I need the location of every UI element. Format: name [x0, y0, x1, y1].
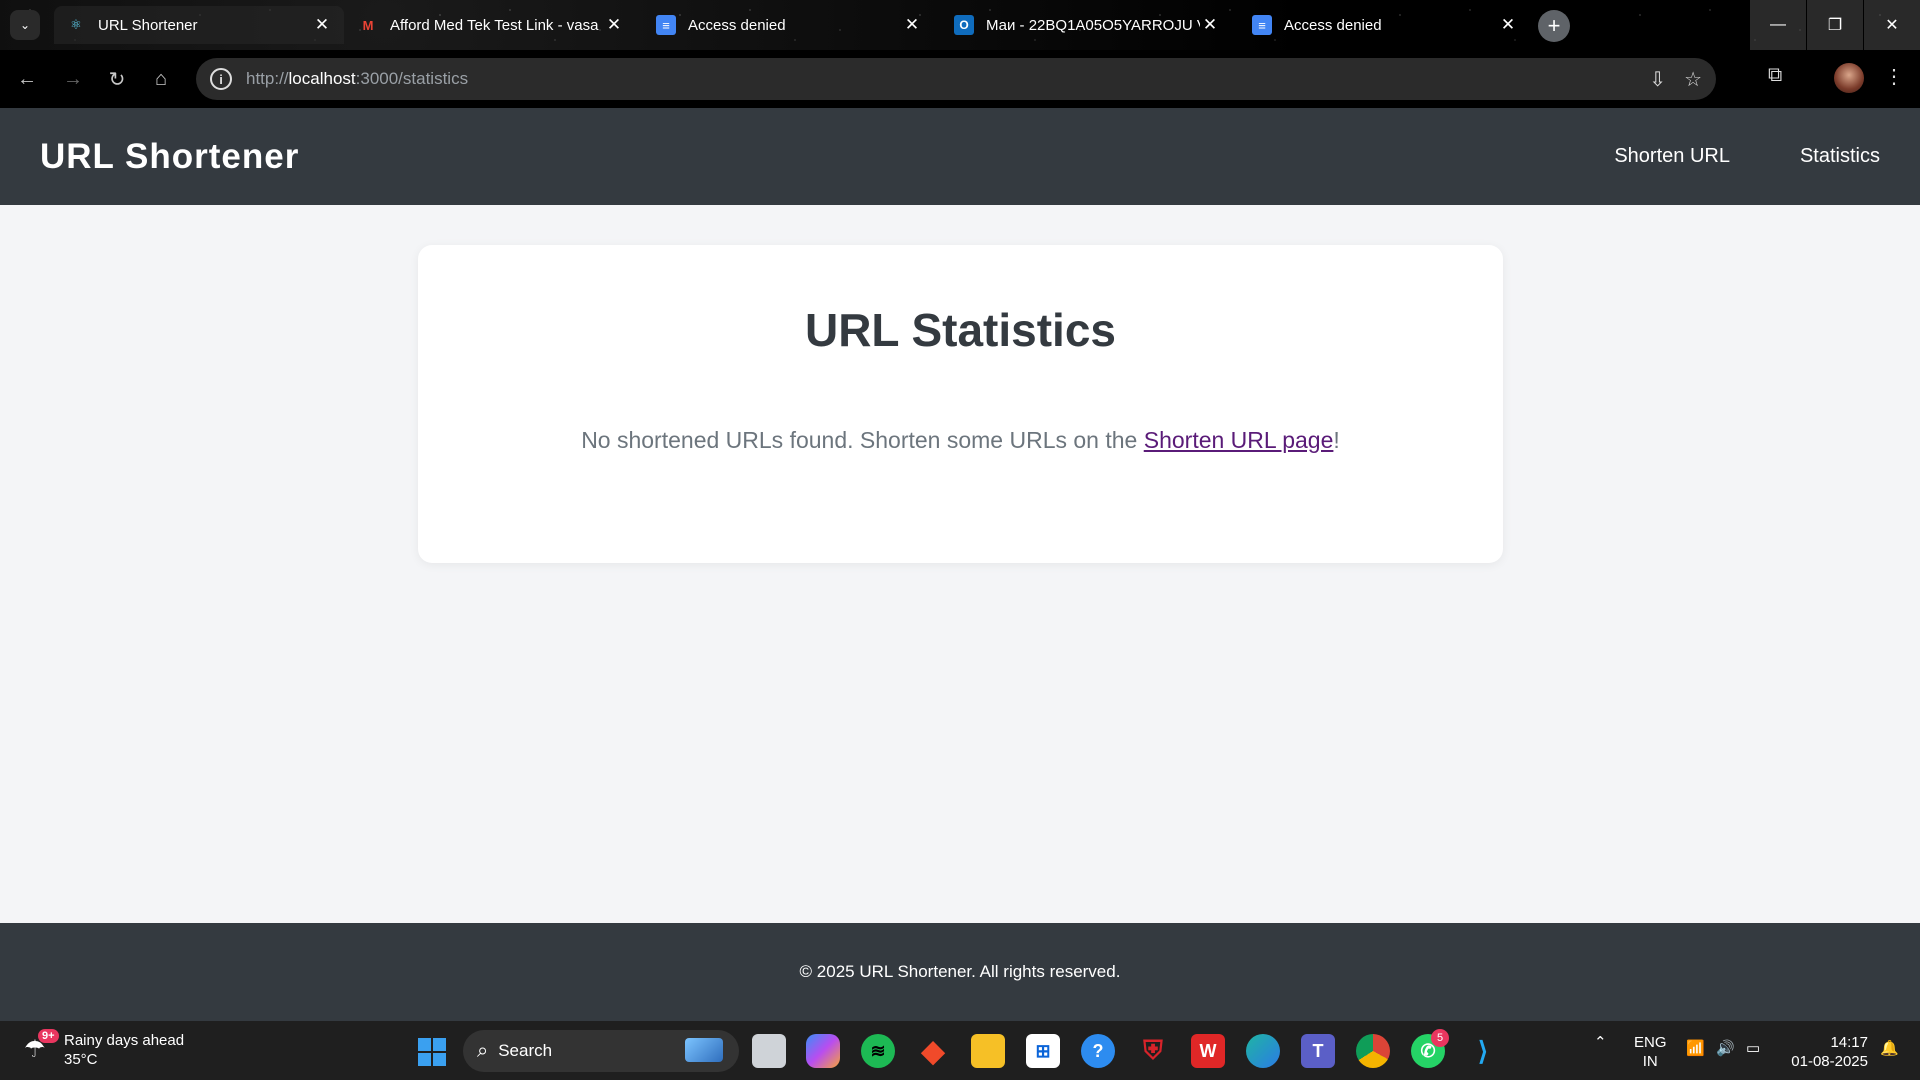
site-info-icon[interactable]: i	[210, 68, 232, 90]
nav-shorten-url[interactable]: Shorten URL	[1614, 145, 1730, 168]
battery-icon[interactable]: ▭	[1746, 1039, 1760, 1057]
weather-badge: 9+	[38, 1029, 59, 1043]
minimize-button[interactable]: —	[1750, 0, 1806, 50]
whatsapp-badge: 5	[1431, 1029, 1449, 1047]
brand-title[interactable]: URL Shortener	[40, 137, 299, 177]
close-icon[interactable]: ✕	[1498, 15, 1518, 35]
outlook-icon: O	[954, 15, 974, 35]
clock[interactable]: 14:17 01-08-2025	[1791, 1033, 1868, 1071]
extensions-icon[interactable]: ⧉	[1768, 64, 1782, 87]
empty-message-suffix: !	[1333, 427, 1340, 453]
address-bar[interactable]: i http://localhost:3000/statistics ⇩ ☆	[196, 58, 1716, 100]
weather-widget[interactable]: ☂ 9+ Rainy days ahead 35°C	[24, 1029, 185, 1069]
page-title: URL Statistics	[804, 304, 1117, 356]
search-icon: ⌕	[477, 1039, 489, 1062]
tab-access-denied-1[interactable]: ≡ Access denied ✕	[644, 6, 934, 44]
task-view-icon[interactable]	[752, 1034, 786, 1068]
edge-icon[interactable]	[1246, 1034, 1280, 1068]
tab-label: Access denied	[688, 16, 786, 34]
spotify-icon[interactable]: ≋	[861, 1034, 895, 1068]
home-button[interactable]: ⌂	[146, 64, 176, 94]
vscode-icon[interactable]: ⟩	[1466, 1034, 1500, 1068]
shorten-url-page-link[interactable]: Shorten URL page	[1144, 427, 1334, 453]
tab-label: Afford Med Tek Test Link - vasa	[390, 16, 599, 34]
weather-title: Rainy days ahead	[64, 1032, 185, 1049]
teams-icon[interactable]: T	[1301, 1034, 1335, 1068]
clock-time: 14:17	[1830, 1034, 1868, 1051]
lang-line1: ENG	[1634, 1034, 1667, 1051]
tab-gmail[interactable]: M Afford Med Tek Test Link - vasa ✕	[346, 6, 636, 44]
wifi-icon[interactable]: 📶	[1686, 1039, 1705, 1057]
empty-message-text: No shortened URLs found. Shorten some UR…	[581, 427, 1144, 453]
os-taskbar: ☂ 9+ Rainy days ahead 35°C ⌕ Search ≋ ◆ ⊞…	[0, 1021, 1920, 1080]
install-app-icon[interactable]: ⇩	[1649, 67, 1666, 92]
tab-label: Access denied	[1284, 16, 1382, 34]
omnibox-actions: ⇩ ☆	[1649, 58, 1716, 100]
bookmark-star-icon[interactable]: ☆	[1684, 67, 1702, 92]
clock-date: 01-08-2025	[1791, 1053, 1868, 1070]
browser-tab-bar: ⌄ ⚛ URL Shortener ✕ M Afford Med Tek Tes…	[0, 0, 1920, 50]
url-host: localhost	[288, 69, 356, 88]
browser-toolbar: ← → ↻ ⌂ i http://localhost:3000/statisti…	[0, 50, 1920, 108]
language-indicator[interactable]: ENG IN	[1634, 1033, 1667, 1071]
back-button[interactable]: ←	[12, 64, 42, 94]
umbrella-icon: ☂ 9+	[24, 1029, 59, 1065]
docs-icon: ≡	[656, 15, 676, 35]
help-icon[interactable]: ?	[1081, 1034, 1115, 1068]
nav-statistics[interactable]: Statistics	[1800, 145, 1880, 168]
reload-button[interactable]: ↻	[102, 64, 132, 94]
page-footer: © 2025 URL Shortener. All rights reserve…	[0, 923, 1920, 1021]
tab-access-denied-2[interactable]: ≡ Access denied ✕	[1240, 6, 1530, 44]
close-icon[interactable]: ✕	[312, 15, 332, 35]
react-icon: ⚛	[70, 17, 82, 32]
microsoft-store-icon[interactable]: ⊞	[1026, 1034, 1060, 1068]
windows-start-icon[interactable]	[418, 1038, 446, 1066]
search-highlight-icon	[685, 1038, 723, 1062]
tab-label: URL Shortener	[98, 16, 198, 34]
tab-label: Маи - 22BQ1A05O5YARROJU V	[986, 16, 1200, 34]
profile-avatar[interactable]	[1834, 63, 1864, 93]
url-scheme: http://	[246, 69, 289, 88]
file-explorer-icon[interactable]	[971, 1034, 1005, 1068]
gmail-icon: M	[362, 17, 374, 33]
chrome-icon[interactable]	[1356, 1034, 1390, 1068]
app-header: URL Shortener Shorten URL Statistics	[0, 108, 1920, 205]
wps-office-icon[interactable]: W	[1191, 1034, 1225, 1068]
close-icon[interactable]: ✕	[604, 15, 624, 35]
browser-menu-icon[interactable]: ⋮	[1884, 64, 1904, 89]
tab-outlook[interactable]: O Маи - 22BQ1A05O5YARROJU V ✕	[942, 6, 1232, 44]
forward-button[interactable]: →	[58, 64, 88, 94]
git-icon[interactable]: ◆	[916, 1034, 950, 1068]
close-window-button[interactable]: ✕	[1864, 0, 1920, 50]
volume-icon[interactable]: 🔊	[1716, 1039, 1735, 1057]
copilot-icon[interactable]	[806, 1034, 840, 1068]
docs-icon: ≡	[1252, 15, 1272, 35]
taskbar-search[interactable]: ⌕ Search	[463, 1030, 739, 1072]
tab-url-shortener[interactable]: ⚛ URL Shortener ✕	[54, 6, 344, 44]
url-path: :3000/statistics	[355, 69, 469, 88]
tab-search-dropdown-icon[interactable]: ⌄	[10, 10, 40, 40]
notification-bell-icon[interactable]: 🔔	[1880, 1039, 1899, 1057]
weather-temp: 35°C	[64, 1051, 98, 1068]
close-icon[interactable]: ✕	[1200, 15, 1220, 35]
chevron-up-icon[interactable]: ⌃	[1594, 1033, 1607, 1051]
new-tab-button[interactable]: +	[1538, 10, 1570, 42]
search-label: Search	[498, 1041, 553, 1060]
empty-state-message: No shortened URLs found. Shorten some UR…	[418, 427, 1503, 454]
mcafee-icon[interactable]: ⛨	[1136, 1034, 1170, 1068]
footer-copyright: © 2025 URL Shortener. All rights reserve…	[799, 962, 1121, 981]
main-nav: Shorten URL Statistics	[1614, 145, 1880, 168]
close-icon[interactable]: ✕	[902, 15, 922, 35]
statistics-card: URL Statistics No shortened URLs found. …	[418, 245, 1503, 563]
restore-button[interactable]: ❐	[1807, 0, 1863, 50]
address-url[interactable]: http://localhost:3000/statistics	[246, 69, 468, 89]
lang-line2: IN	[1642, 1053, 1658, 1070]
